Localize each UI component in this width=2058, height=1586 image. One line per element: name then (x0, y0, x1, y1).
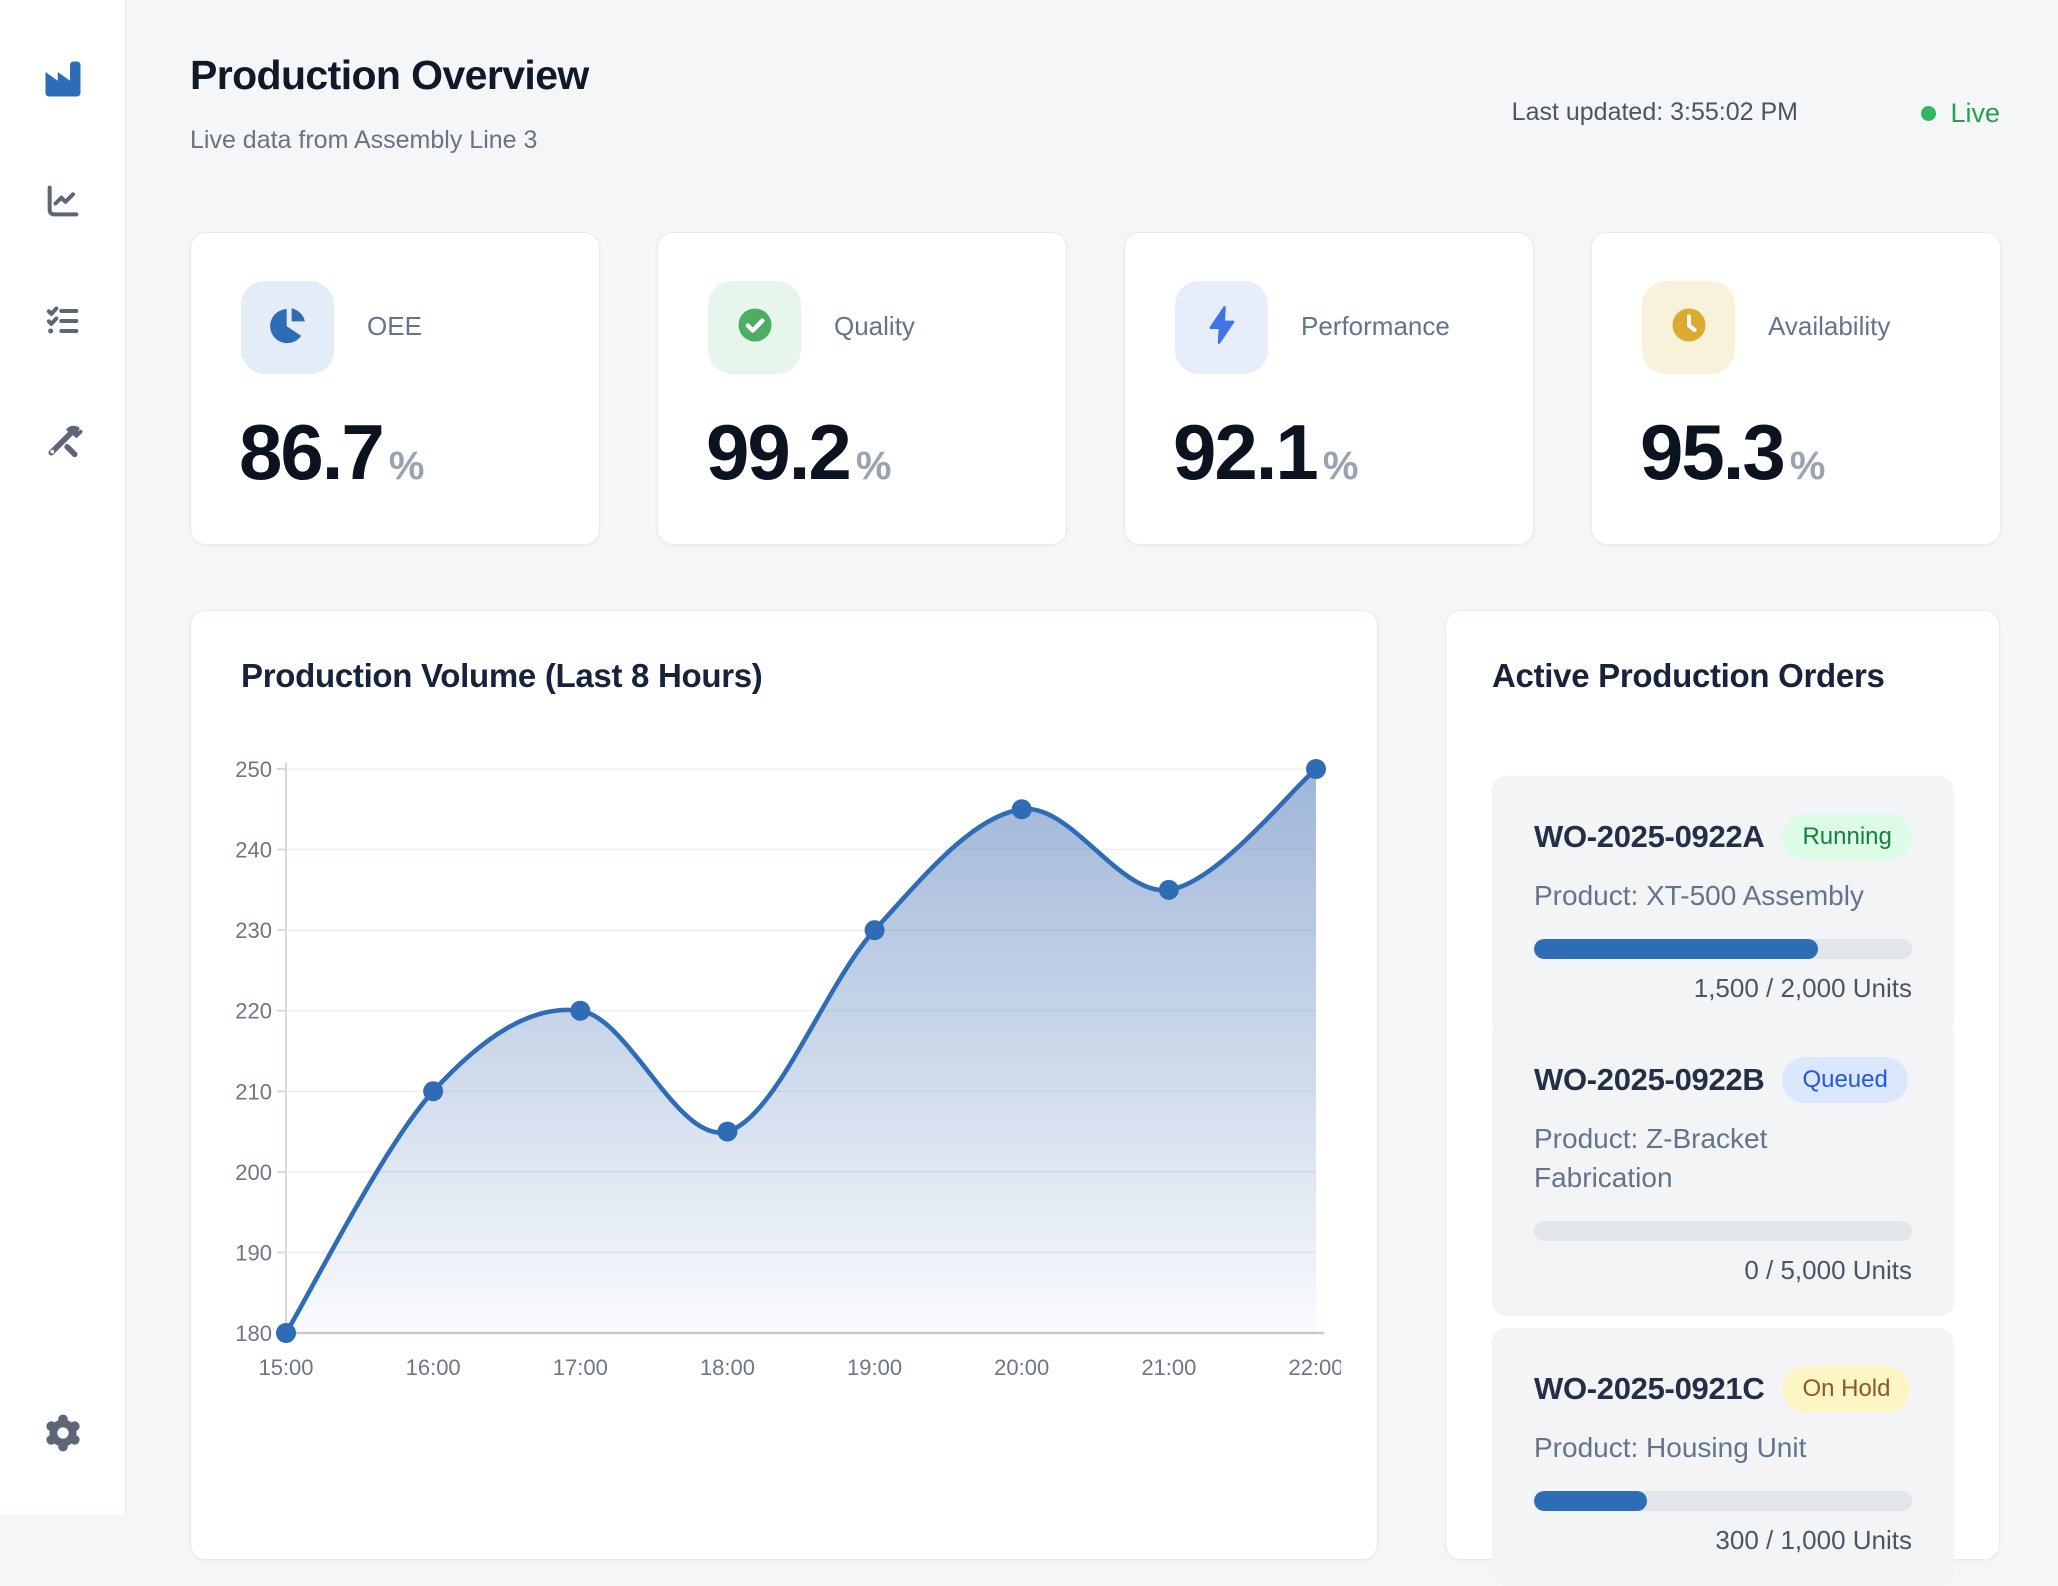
list-checks-icon (43, 301, 83, 341)
svg-text:230: 230 (235, 918, 272, 943)
svg-text:210: 210 (235, 1079, 272, 1104)
sidebar-item-maintenance[interactable] (40, 418, 86, 464)
production-volume-chart: 180 190 200 210 220 230 240 250 15:00 16:00 17:00 1… (231, 741, 1341, 1396)
order-progress-bar (1534, 1221, 1912, 1241)
order-id: WO-2025-0922A (1534, 819, 1764, 855)
order-card[interactable]: WO-2025-0922B Queued Product: Z-Bracket … (1492, 1019, 1954, 1316)
order-product: Product: Z-Bracket Fabrication (1534, 1119, 1912, 1197)
kpi-value: 95.3 (1640, 413, 1784, 491)
kpi-card-availability: Availability 95.3 % (1591, 232, 2001, 545)
kpi-value: 92.1 (1173, 413, 1317, 491)
order-id: WO-2025-0922B (1534, 1062, 1764, 1098)
kpi-card-performance: Performance 92.1 % (1124, 232, 1534, 545)
svg-text:17:00: 17:00 (553, 1355, 608, 1380)
order-id: WO-2025-0921C (1534, 1371, 1764, 1407)
settings-gear-icon (41, 1411, 85, 1455)
svg-text:200: 200 (235, 1160, 272, 1185)
svg-text:21:00: 21:00 (1141, 1355, 1196, 1380)
production-volume-card: Production Volume (Last 8 Hours) 180 190 2… (190, 610, 1378, 1560)
order-units: 1,500 / 2,000 Units (1534, 973, 1912, 1004)
kpi-unit: % (1323, 444, 1359, 489)
svg-text:20:00: 20:00 (994, 1355, 1049, 1380)
sidebar (0, 0, 126, 1514)
sidebar-item-orders[interactable] (40, 298, 86, 344)
factory-icon (42, 58, 84, 100)
kpi-card-oee: OEE 86.7 % (190, 232, 600, 545)
svg-text:15:00: 15:00 (258, 1355, 313, 1380)
order-progress-bar (1534, 939, 1912, 959)
kpi-label: OEE (367, 311, 422, 342)
order-card[interactable]: WO-2025-0921C On Hold Product: Housing U… (1492, 1328, 1954, 1586)
page-title: Production Overview (190, 52, 589, 99)
sidebar-item-production[interactable] (40, 56, 86, 102)
kpi-icon-tile (1175, 281, 1268, 374)
order-units: 0 / 5,000 Units (1534, 1255, 1912, 1286)
svg-text:250: 250 (235, 757, 272, 782)
svg-text:240: 240 (235, 838, 272, 863)
tools-icon (43, 421, 83, 461)
live-dot-icon (1921, 106, 1936, 121)
kpi-icon-tile (241, 281, 334, 374)
order-product: Product: XT-500 Assembly (1534, 876, 1912, 915)
kpi-icon-tile (708, 281, 801, 374)
svg-text:19:00: 19:00 (847, 1355, 902, 1380)
live-status-badge: Live (1921, 98, 2000, 129)
svg-text:16:00: 16:00 (406, 1355, 461, 1380)
svg-text:22:00: 22:00 (1288, 1355, 1341, 1380)
chart-title: Production Volume (Last 8 Hours) (241, 657, 763, 695)
svg-text:220: 220 (235, 999, 272, 1024)
last-updated-text: Last updated: 3:55:02 PM (1512, 98, 1798, 127)
clock-icon (1667, 303, 1711, 352)
chart-line-icon (43, 181, 83, 221)
order-card[interactable]: WO-2025-0922A Running Product: XT-500 As… (1492, 776, 1954, 1034)
live-label: Live (1950, 98, 2000, 129)
main-content: Production Overview Live data from Assem… (126, 0, 2058, 1514)
order-status-badge: On Hold (1782, 1366, 1910, 1412)
kpi-label: Availability (1768, 311, 1890, 342)
order-status-badge: Queued (1782, 1057, 1907, 1103)
order-progress-bar (1534, 1491, 1912, 1511)
lightning-icon (1200, 303, 1244, 352)
orders-panel-title: Active Production Orders (1492, 657, 1885, 695)
order-product: Product: Housing Unit (1534, 1428, 1912, 1467)
kpi-label: Quality (834, 311, 915, 342)
kpi-value: 86.7 (239, 413, 383, 491)
order-status-badge: Running (1782, 814, 1911, 860)
page-subtitle: Live data from Assembly Line 3 (190, 126, 537, 155)
svg-text:190: 190 (235, 1240, 272, 1265)
svg-text:18:00: 18:00 (700, 1355, 755, 1380)
svg-text:180: 180 (235, 1321, 272, 1346)
pie-chart-icon (266, 303, 310, 352)
kpi-value: 99.2 (706, 413, 850, 491)
active-orders-panel: Active Production Orders WO-2025-0922A R… (1445, 610, 2000, 1560)
kpi-unit: % (1790, 444, 1826, 489)
sidebar-item-settings[interactable] (40, 1410, 86, 1456)
kpi-card-quality: Quality 99.2 % (657, 232, 1067, 545)
kpi-unit: % (856, 444, 892, 489)
sidebar-item-analytics[interactable] (40, 178, 86, 224)
check-circle-icon (733, 303, 777, 352)
order-units: 300 / 1,000 Units (1534, 1525, 1912, 1556)
kpi-label: Performance (1301, 311, 1450, 342)
kpi-icon-tile (1642, 281, 1735, 374)
kpi-unit: % (389, 444, 425, 489)
